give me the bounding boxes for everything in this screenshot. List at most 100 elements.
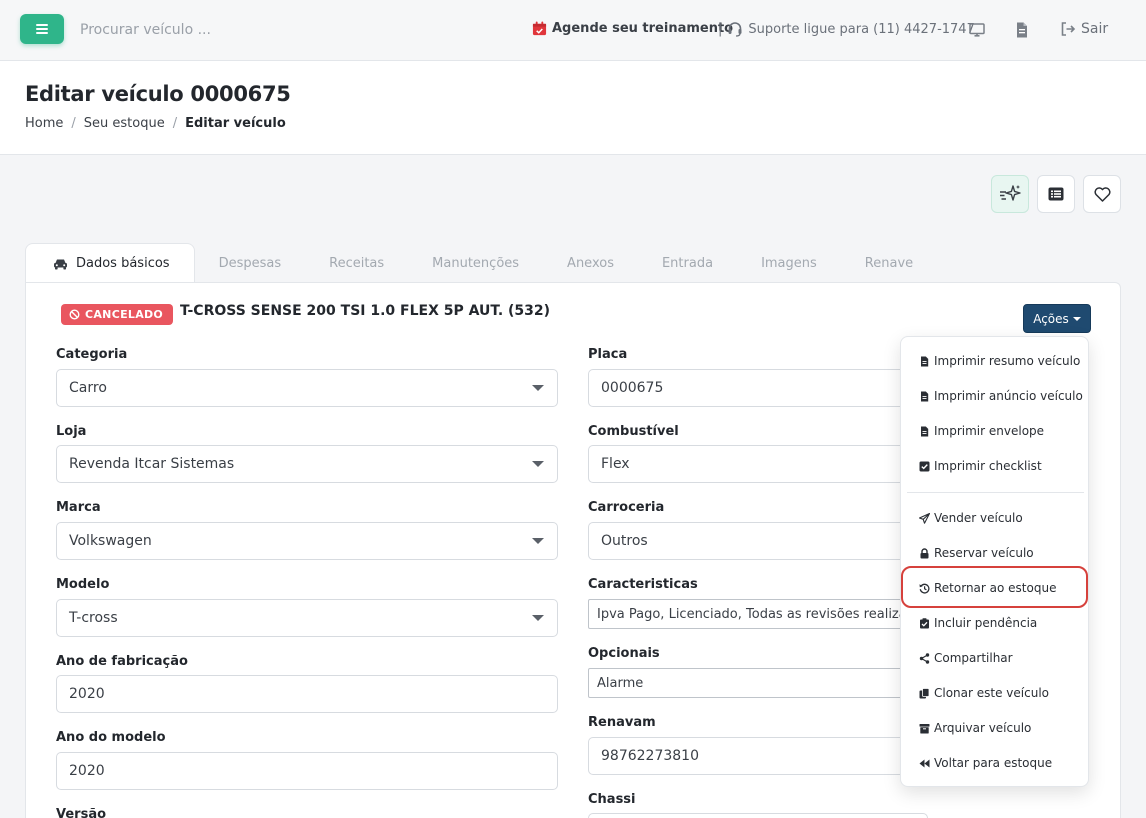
actions-dropdown-menu: Imprimir resumo veículo Imprimir anúncio… — [900, 336, 1089, 787]
menu-item-print-ad[interactable]: Imprimir anúncio veículo — [919, 386, 1083, 406]
headset-icon — [728, 22, 742, 37]
lock-icon — [920, 547, 929, 558]
vehicle-title: T-CROSS SENSE 200 TSI 1.0 FLEX 5P AUT. (… — [180, 303, 551, 319]
vehicle-search-input[interactable] — [80, 19, 380, 41]
caret-down-icon — [1072, 316, 1081, 321]
versao-label: Versão — [56, 807, 107, 818]
menu-item-label: Imprimir anúncio veículo — [934, 389, 1083, 403]
calendar-icon — [532, 21, 547, 36]
carroceria-label: Carroceria — [588, 500, 665, 515]
topbar-separator: | — [718, 21, 723, 37]
placa-input[interactable]: 0000675 — [588, 369, 928, 407]
breadcrumb-home[interactable]: Home — [25, 116, 63, 131]
caracteristicas-label: Caracteristicas — [588, 577, 698, 592]
archive-icon — [919, 723, 930, 733]
menu-item-label: Clonar este veículo — [934, 686, 1049, 700]
menu-divider — [907, 492, 1084, 493]
backward-icon — [919, 759, 930, 767]
ano-modelo-input[interactable]: 2020 — [56, 752, 558, 790]
renavam-input[interactable]: 98762273810 — [588, 737, 928, 775]
vehicle-tabs: Dados básicos Despesas Receitas Manutenç… — [25, 243, 937, 283]
ai-assist-button[interactable] — [991, 175, 1029, 213]
modelo-label: Modelo — [56, 577, 110, 592]
menu-item-reserve-vehicle[interactable]: Reservar veículo — [919, 543, 1034, 563]
actions-label: Ações — [1033, 311, 1069, 326]
tab-dados-basicos[interactable]: Dados básicos — [25, 243, 195, 283]
chassi-label: Chassi — [588, 792, 636, 807]
page-header: Editar veículo 0000675 Home / Seu estoqu… — [0, 61, 1146, 155]
document-icon[interactable] — [1013, 21, 1031, 39]
share-icon — [919, 652, 930, 664]
tab-renave[interactable]: Renave — [841, 243, 937, 283]
tab-anexos[interactable]: Anexos — [543, 243, 638, 283]
support-label: Suporte ligue para (11) 4427-1747 — [748, 21, 975, 37]
menu-toggle-button[interactable] — [20, 14, 64, 44]
chevron-down-icon — [532, 538, 544, 544]
tab-entrada[interactable]: Entrada — [638, 243, 737, 283]
list-icon — [1048, 187, 1064, 201]
opcionais-value: Alarme — [597, 675, 644, 691]
copy-icon — [919, 687, 930, 698]
ano-fabricacao-input[interactable]: 2020 — [56, 675, 558, 713]
menu-item-return-to-stock[interactable]: Retornar ao estoque — [919, 578, 1056, 598]
menu-item-print-envelope[interactable]: Imprimir envelope — [919, 421, 1044, 441]
tab-despesas[interactable]: Despesas — [195, 243, 306, 283]
tab-manutencoes[interactable]: Manutenções — [408, 243, 543, 283]
combustivel-select[interactable]: Flex — [588, 445, 928, 483]
renavam-label: Renavam — [588, 715, 656, 730]
desktop-icon[interactable] — [968, 21, 986, 39]
menu-item-add-pending[interactable]: Incluir pendência — [919, 613, 1037, 633]
categoria-select[interactable]: Carro — [56, 369, 558, 407]
menu-item-label: Incluir pendência — [934, 616, 1038, 630]
combustivel-value: Flex — [601, 456, 630, 472]
chevron-down-icon — [532, 615, 544, 621]
history-icon — [919, 583, 930, 594]
clipboard-check-icon — [920, 617, 929, 628]
marca-value: Volkswagen — [69, 533, 152, 549]
menu-item-label: Arquivar veículo — [934, 721, 1032, 735]
menu-item-clone-vehicle[interactable]: Clonar este veículo — [919, 683, 1049, 703]
heart-icon — [1093, 186, 1111, 202]
sign-out-icon — [1061, 22, 1076, 36]
menu-item-share[interactable]: Compartilhar — [919, 648, 1013, 668]
list-view-button[interactable] — [1037, 175, 1075, 213]
tab-imagens[interactable]: Imagens — [737, 243, 841, 283]
menu-item-back-to-stock[interactable]: Voltar para estoque — [919, 753, 1052, 773]
ano-fabricacao-label: Ano de fabricação — [56, 654, 188, 669]
categoria-value: Carro — [69, 380, 107, 396]
ano-modelo-value: 2020 — [69, 763, 105, 779]
actions-dropdown-button[interactable]: Ações — [1023, 304, 1091, 333]
loja-select[interactable]: Revenda Itcar Sistemas — [56, 445, 558, 483]
carroceria-select[interactable]: Outros — [588, 522, 928, 560]
chassi-input[interactable] — [588, 813, 928, 818]
marca-select[interactable]: Volkswagen — [56, 522, 558, 560]
menu-item-print-summary[interactable]: Imprimir resumo veículo — [919, 351, 1080, 371]
menu-item-archive-vehicle[interactable]: Arquivar veículo — [919, 718, 1031, 738]
tab-receitas[interactable]: Receitas — [305, 243, 408, 283]
breadcrumb: Home / Seu estoque / Editar veículo — [25, 116, 286, 131]
logout-button[interactable]: Sair — [1060, 21, 1108, 37]
schedule-training-link[interactable]: Agende seu treinamento — [532, 21, 733, 36]
breadcrumb-separator: / — [71, 116, 76, 131]
ano-modelo-label: Ano do modelo — [56, 730, 166, 745]
menu-item-sell-vehicle[interactable]: Vender veículo — [919, 508, 1023, 528]
status-badge-label: CANCELADO — [85, 308, 164, 321]
modelo-select[interactable]: T-cross — [56, 599, 558, 637]
car-icon — [54, 259, 67, 269]
placa-label: Placa — [588, 347, 628, 362]
chevron-down-icon — [532, 461, 544, 467]
favorite-button[interactable] — [1083, 175, 1121, 213]
breadcrumb-stock[interactable]: Seu estoque — [84, 116, 165, 131]
carroceria-value: Outros — [601, 533, 648, 549]
placa-value: 0000675 — [601, 380, 664, 396]
file-icon — [921, 391, 929, 401]
menu-item-print-checklist[interactable]: Imprimir checklist — [919, 456, 1042, 476]
caracteristicas-input[interactable]: Ipva Pago, Licenciado, Todas as revisões… — [588, 599, 928, 629]
logout-label: Sair — [1081, 21, 1109, 37]
file-icon — [921, 356, 929, 366]
ano-fabricacao-value: 2020 — [69, 686, 105, 702]
menu-item-label: Imprimir resumo veículo — [934, 354, 1081, 368]
opcionais-input[interactable]: Alarme — [588, 668, 928, 698]
menu-item-label: Retornar ao estoque — [934, 581, 1057, 595]
categoria-label: Categoria — [56, 347, 128, 362]
